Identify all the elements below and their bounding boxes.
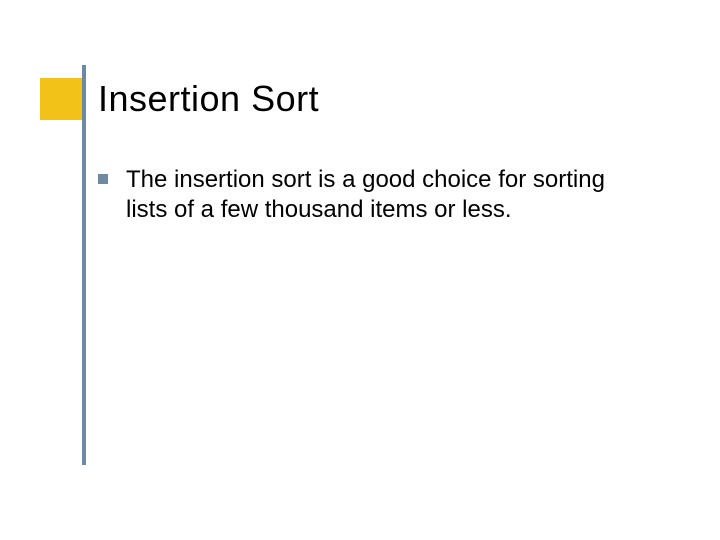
slide-body: The insertion sort is a good choice for …	[98, 165, 638, 225]
square-bullet-icon	[98, 174, 108, 184]
accent-vertical-line	[82, 65, 86, 465]
slide-title: Insertion Sort	[98, 78, 319, 120]
bullet-text: The insertion sort is a good choice for …	[126, 165, 638, 225]
bullet-item: The insertion sort is a good choice for …	[98, 165, 638, 225]
slide: Insertion Sort The insertion sort is a g…	[0, 0, 720, 540]
accent-square	[40, 78, 82, 120]
